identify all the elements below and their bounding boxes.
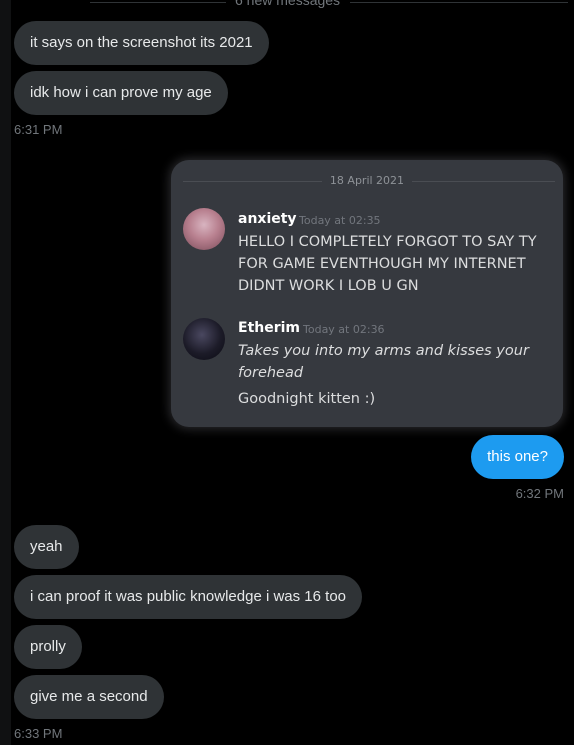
new-messages-label: 6 new messages <box>235 0 341 8</box>
sidebar-edge <box>0 0 11 745</box>
avatar <box>183 208 225 250</box>
new-messages-divider: 6 new messages <box>90 0 570 12</box>
screenshot-message-line: FOR GAME EVENTHOUGH MY INTERNET <box>238 256 526 272</box>
screenshot-message-line: DIDNT WORK I LOB U GN <box>238 278 419 294</box>
screenshot-message-line: HELLO I COMPLETELY FORGOT TO SAY TY <box>238 234 537 250</box>
message-bubble-received[interactable]: it says on the screenshot its 2021 <box>14 21 269 65</box>
avatar <box>183 318 225 360</box>
attached-screenshot[interactable]: 18 April 2021 anxiety Today at 02:35 HEL… <box>171 160 563 427</box>
screenshot-time: Today at 02:36 <box>303 323 385 336</box>
message-bubble-received[interactable]: yeah <box>14 525 79 569</box>
screenshot-username: Etherim <box>238 320 301 336</box>
screenshot-message-line: Takes you into my arms and kisses your <box>238 343 529 359</box>
screenshot-message-line: forehead <box>238 365 304 381</box>
screenshot-time: Today at 02:35 <box>299 214 381 227</box>
message-bubble-received[interactable]: prolly <box>14 625 82 669</box>
message-timestamp: 6:32 PM <box>515 486 564 501</box>
screenshot-message-line: Goodnight kitten :) <box>238 391 376 407</box>
screenshot-date: 18 April 2021 <box>171 174 563 187</box>
screenshot-username: anxiety <box>238 211 297 227</box>
message-timestamp: 6:31 PM <box>14 122 63 137</box>
message-bubble-received[interactable]: give me a second <box>14 675 164 719</box>
message-bubble-sent[interactable]: this one? <box>471 435 564 479</box>
message-timestamp: 6:33 PM <box>14 726 63 741</box>
message-bubble-received[interactable]: i can proof it was public knowledge i wa… <box>14 575 363 619</box>
message-bubble-received[interactable]: idk how i can prove my age <box>14 71 228 115</box>
